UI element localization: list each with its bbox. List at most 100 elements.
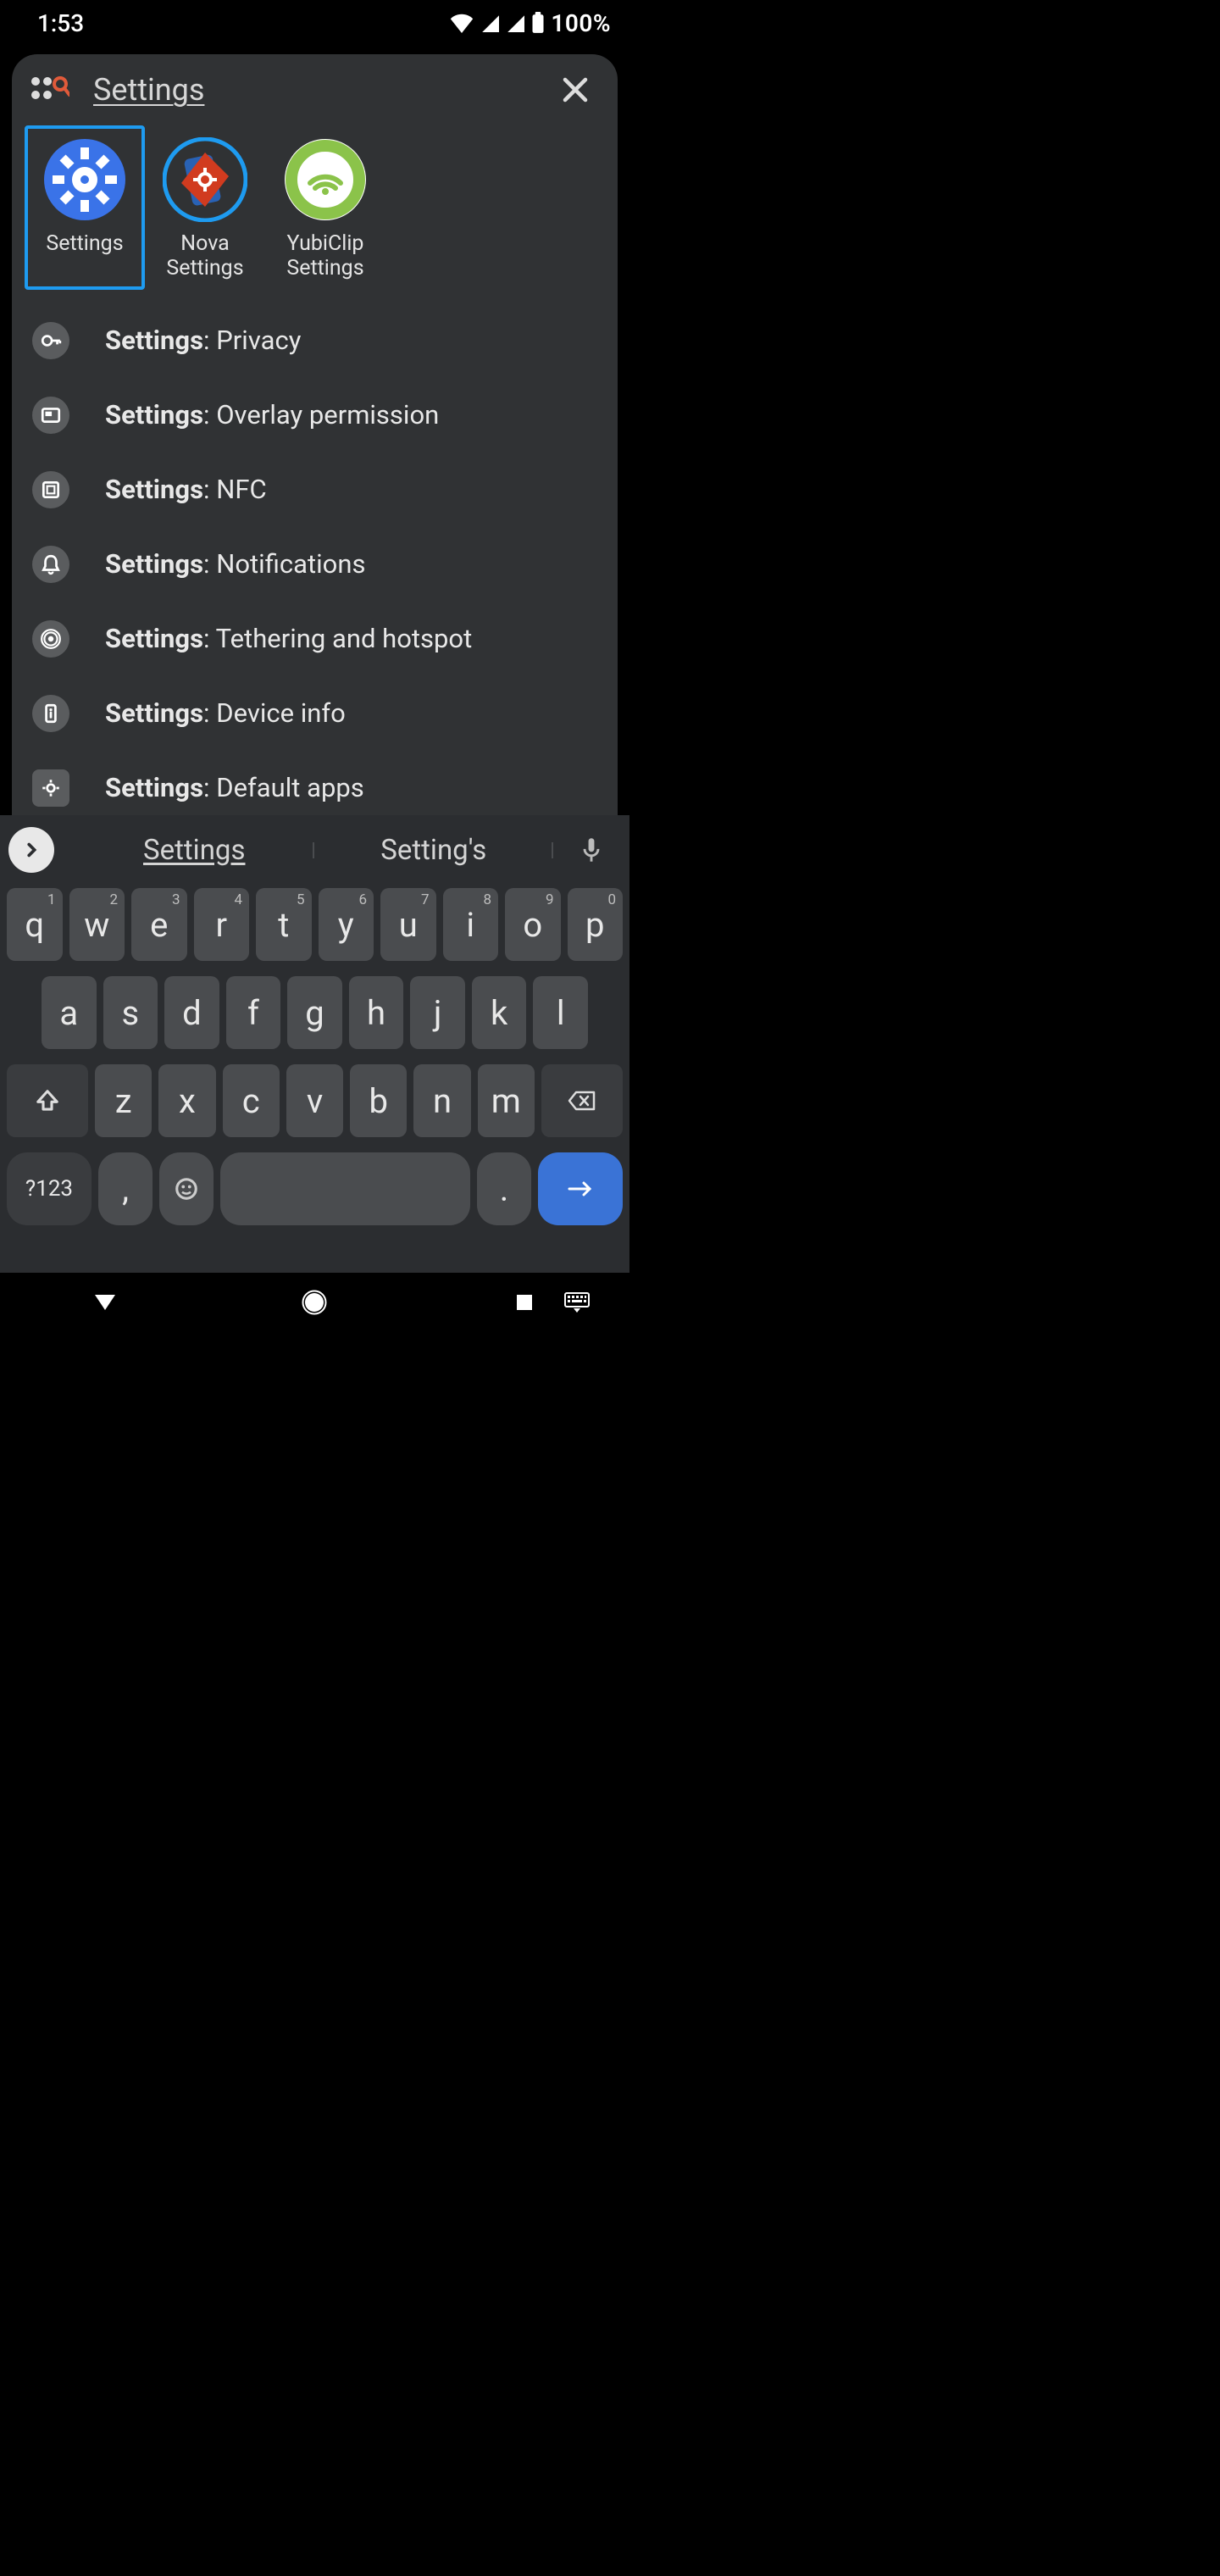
shift-icon (35, 1088, 60, 1113)
key-m[interactable]: m (478, 1064, 535, 1137)
battery-percentage: 100% (551, 9, 611, 37)
app-tile-yubiclip-settings[interactable]: YubiClip Settings (265, 125, 385, 290)
nav-keyboard-switch-button[interactable] (550, 1282, 604, 1323)
close-button[interactable] (552, 66, 599, 114)
key-s[interactable]: s (103, 976, 158, 1049)
backspace-key[interactable] (541, 1064, 623, 1137)
default-apps-icon (32, 769, 69, 807)
status-icons: 100% (449, 9, 611, 37)
key-e[interactable]: e3 (131, 888, 187, 961)
symbols-key[interactable]: ?123 (7, 1152, 92, 1225)
clock: 1:53 (37, 9, 84, 37)
key-hint: 2 (109, 891, 118, 908)
key-z[interactable]: z (95, 1064, 152, 1137)
key-hint: 8 (483, 891, 491, 908)
key-b[interactable]: b (350, 1064, 407, 1137)
result-label: Settings: Notifications (105, 548, 365, 580)
key-v[interactable]: v (286, 1064, 343, 1137)
square-icon (514, 1292, 535, 1313)
search-panel: Settings (12, 54, 618, 842)
key-p[interactable]: p0 (568, 888, 624, 961)
key-o[interactable]: o9 (505, 888, 561, 961)
key-j[interactable]: j (410, 976, 465, 1049)
nova-gear-icon (163, 137, 247, 222)
circle-icon (302, 1290, 327, 1315)
voice-input-button[interactable] (568, 836, 614, 863)
nav-home-button[interactable] (287, 1282, 341, 1323)
key-x[interactable]: x (158, 1064, 215, 1137)
key-i[interactable]: i8 (443, 888, 499, 961)
enter-key[interactable] (538, 1152, 623, 1225)
key-q[interactable]: q1 (7, 888, 63, 961)
search-input[interactable]: Settings (73, 72, 552, 108)
triangle-down-icon (92, 1291, 119, 1313)
emoji-key[interactable] (159, 1152, 214, 1225)
signal-icon-2 (505, 14, 525, 32)
close-icon (560, 75, 591, 105)
nav-back-button[interactable] (78, 1282, 132, 1323)
keyboard: Settings Setting's q1w2e3r4t5y6u7i8o9p0 … (0, 815, 629, 1332)
key-r[interactable]: r4 (194, 888, 250, 961)
comma-key[interactable]: , (98, 1152, 152, 1225)
keyboard-switch-icon (563, 1291, 591, 1313)
phone-info-icon (32, 695, 69, 732)
key-h[interactable]: h (349, 976, 404, 1049)
drawer-search-icon[interactable] (25, 66, 73, 114)
result-nfc[interactable]: Settings: NFC (12, 452, 618, 527)
key-g[interactable]: g (287, 976, 342, 1049)
keyboard-row-1: q1w2e3r4t5y6u7i8o9p0 (3, 888, 626, 961)
key-a[interactable]: a (42, 976, 97, 1049)
app-tile-nova-settings[interactable]: Nova Settings (145, 125, 265, 290)
bell-icon (32, 546, 69, 583)
key-u[interactable]: u7 (380, 888, 436, 961)
suggestion-secondary[interactable]: Setting's (314, 834, 554, 867)
key-hint: 7 (421, 891, 430, 908)
key-d[interactable]: d (164, 976, 219, 1049)
pip-icon (32, 397, 69, 434)
key-y[interactable]: y6 (319, 888, 374, 961)
key-l[interactable]: l (533, 976, 588, 1049)
app-label: Settings (46, 232, 123, 257)
nfc-icon (32, 471, 69, 508)
chevron-right-icon (22, 841, 41, 859)
wifi-ring-icon (283, 137, 368, 222)
wifi-icon (449, 13, 474, 33)
key-w[interactable]: w2 (69, 888, 125, 961)
result-label: Settings: Tethering and hotspot (105, 623, 472, 654)
key-t[interactable]: t5 (256, 888, 312, 961)
period-key[interactable]: . (477, 1152, 531, 1225)
key-n[interactable]: n (413, 1064, 470, 1137)
key-k[interactable]: k (472, 976, 527, 1049)
signal-icon (480, 14, 500, 32)
app-tile-settings[interactable]: Settings (25, 125, 145, 290)
result-tethering[interactable]: Settings: Tethering and hotspot (12, 602, 618, 676)
keyboard-row-4: ?123 , . (3, 1152, 626, 1225)
key-hint: 0 (607, 891, 616, 908)
key-hint: 1 (47, 891, 56, 908)
key-f[interactable]: f (226, 976, 281, 1049)
expand-toolbar-button[interactable] (8, 827, 54, 873)
result-privacy[interactable]: Settings: Privacy (12, 303, 618, 378)
result-overlay-permission[interactable]: Settings: Overlay permission (12, 378, 618, 452)
result-label: Settings: NFC (105, 474, 267, 505)
search-bar[interactable]: Settings (12, 54, 618, 125)
app-results: Settings Nova Settings (12, 125, 618, 290)
backspace-icon (567, 1089, 597, 1113)
suggestion-primary[interactable]: Settings (75, 834, 314, 867)
emoji-icon (174, 1176, 199, 1202)
key-c[interactable]: c (223, 1064, 280, 1137)
result-device-info[interactable]: Settings: Device info (12, 676, 618, 751)
key-icon (32, 322, 69, 359)
arrow-right-icon (566, 1179, 595, 1199)
keyboard-row-2: asdfghjkl (3, 976, 626, 1049)
result-label: Settings: Overlay permission (105, 399, 439, 430)
result-default-apps[interactable]: Settings: Default apps (12, 751, 618, 825)
key-hint: 5 (297, 891, 305, 908)
space-key[interactable] (220, 1152, 470, 1225)
result-notifications[interactable]: Settings: Notifications (12, 527, 618, 602)
mic-icon (580, 836, 603, 863)
key-hint: 4 (234, 891, 242, 908)
navigation-bar (0, 1273, 629, 1332)
nav-recents-button[interactable] (497, 1282, 552, 1323)
shift-key[interactable] (7, 1064, 88, 1137)
